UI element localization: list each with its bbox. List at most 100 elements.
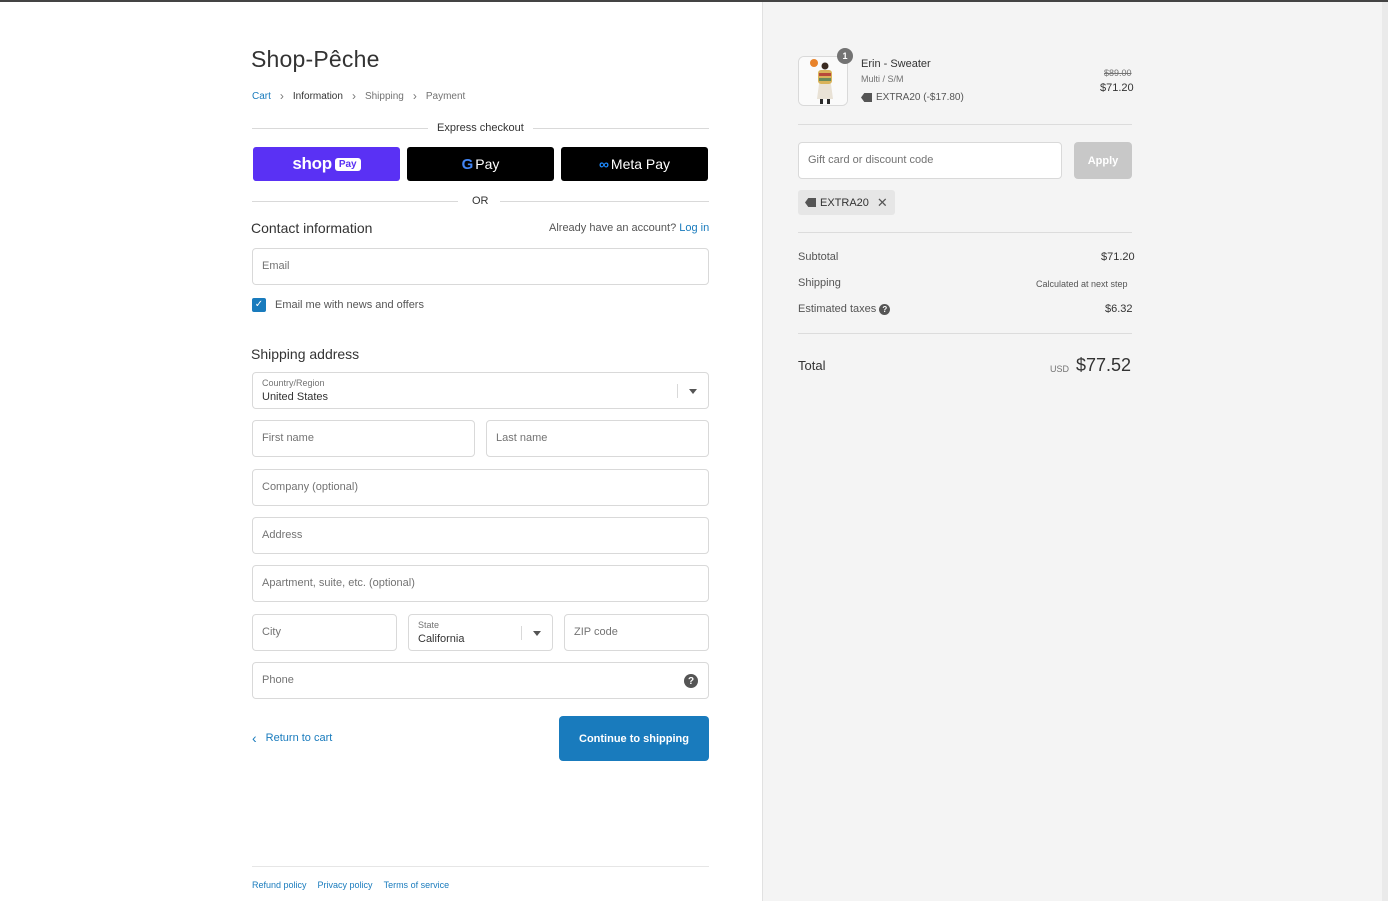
breadcrumb-shipping: Shipping [364,90,404,102]
shipping-label: Shipping [798,277,841,289]
return-to-cart-label: Return to cart [265,732,333,744]
product-image [799,57,847,105]
newsletter-option[interactable]: ✓ Email me with news and offers [252,298,424,312]
zip-field[interactable]: ZIP code [564,614,709,651]
company-placeholder: Company (optional) [262,481,358,493]
apartment-field[interactable]: Apartment, suite, etc. (optional) [252,565,709,602]
last-name-placeholder: Last name [496,432,548,444]
total-amount: $77.52 [1076,355,1132,375]
city-placeholder: City [262,626,281,638]
discount-code-input[interactable]: Gift card or discount code [798,142,1062,179]
terms-of-service-link[interactable]: Terms of service [384,880,450,890]
select-divider [677,384,678,398]
state-value: California [418,633,465,645]
currency-code: USD [1050,364,1070,374]
subtotal-label: Subtotal [798,251,839,263]
breadcrumb-payment: Payment [425,90,466,102]
company-field[interactable]: Company (optional) [252,469,709,506]
taxes-label: Estimated taxes [798,303,877,315]
state-label: State [418,620,440,630]
breadcrumb-information: Information [292,90,343,102]
address-placeholder: Address [262,529,303,541]
footer-links: Refund policy Privacy policy Terms of se… [252,880,449,890]
chevron-left-icon: ‹ [252,730,257,746]
country-label: Country/Region [262,378,325,388]
newsletter-label: Email me with news and offers [275,299,424,311]
or-divider-left [252,201,458,202]
sidebar-divider [798,232,1132,233]
address-field[interactable]: Address [252,517,709,554]
product-variant: Multi / S/M [861,74,904,84]
continue-to-shipping-button[interactable]: Continue to shipping [559,716,709,761]
product-discount: EXTRA20 (-$17.80) [861,92,964,103]
close-icon[interactable]: ✕ [877,195,888,211]
or-divider-right [500,201,709,202]
phone-field[interactable]: Phone ? [252,662,709,699]
state-select[interactable]: State California [408,614,553,651]
apply-button[interactable]: Apply [1074,142,1132,179]
product-thumbnail [798,56,848,106]
country-select[interactable]: Country/Region United States [252,372,709,409]
google-pay-button[interactable]: G Pay [407,147,554,181]
return-to-cart-link[interactable]: ‹ Return to cart [252,730,332,746]
refund-policy-link[interactable]: Refund policy [252,880,307,890]
product-name: Erin - Sweater [861,58,931,70]
contact-title: Contact information [251,220,373,236]
email-placeholder: Email [262,260,290,272]
account-prompt: Already have an account? Log in [549,222,709,234]
phone-placeholder: Phone [262,674,294,686]
chevron-right-icon: › [279,89,284,103]
google-pay-label: Pay [475,156,500,172]
first-name-field[interactable]: First name [252,420,475,457]
taxes-row-label: Estimated taxes? [798,303,891,315]
shop-pay-pill: Pay [334,157,361,171]
applied-discount-chip: EXTRA20 ✕ [798,190,895,215]
shop-pay-logo: shop [292,154,332,173]
help-icon[interactable]: ? [879,303,891,315]
breadcrumb-cart[interactable]: Cart [252,91,271,102]
order-summary-sidebar [762,2,1388,901]
meta-logo-icon: ∞ [598,156,609,172]
account-prompt-text: Already have an account? [549,222,677,234]
country-value: United States [262,391,329,403]
total-label: Total [798,358,826,373]
taxes-value: $6.32 [1105,303,1133,315]
meta-pay-label: Meta Pay [610,156,671,172]
chevron-down-icon [689,389,697,394]
zip-placeholder: ZIP code [574,626,618,638]
last-name-field[interactable]: Last name [486,420,709,457]
first-name-placeholder: First name [262,432,314,444]
sidebar-divider [798,333,1132,334]
shipping-title: Shipping address [251,346,360,362]
privacy-policy-link[interactable]: Privacy policy [318,880,373,890]
breadcrumb: Cart › Information › Shipping › Payment [252,89,465,103]
tag-icon [861,93,872,102]
product-price: $71.20 [1100,82,1134,94]
product-original-price: $89.00 [1104,68,1132,78]
tag-icon [805,198,816,207]
quantity-badge: 1 [837,48,853,64]
shop-pay-button[interactable]: shop Pay [253,147,400,181]
chevron-right-icon: › [351,89,356,103]
newsletter-checkbox[interactable]: ✓ [252,298,266,312]
help-icon[interactable]: ? [684,674,698,688]
login-link[interactable]: Log in [679,222,709,234]
chevron-right-icon: › [412,89,417,103]
scrollbar-track[interactable] [1382,2,1388,901]
shop-title[interactable]: Shop-Pêche [251,46,380,73]
select-divider [521,626,522,640]
or-label: OR [472,195,489,207]
discount-code-placeholder: Gift card or discount code [808,154,934,166]
meta-pay-button[interactable]: ∞ Meta Pay [561,147,708,181]
google-g-icon: G [461,155,474,173]
shipping-value: Calculated at next step [1036,279,1128,289]
express-checkout-label: Express checkout [428,122,533,134]
applied-discount-code: EXTRA20 [820,196,869,209]
product-discount-text: EXTRA20 (-$17.80) [876,92,964,103]
apartment-placeholder: Apartment, suite, etc. (optional) [262,577,415,589]
email-field[interactable]: Email [252,248,709,285]
chevron-down-icon [533,631,541,636]
sidebar-divider [798,124,1132,125]
city-field[interactable]: City [252,614,397,651]
footer-divider [252,866,709,867]
